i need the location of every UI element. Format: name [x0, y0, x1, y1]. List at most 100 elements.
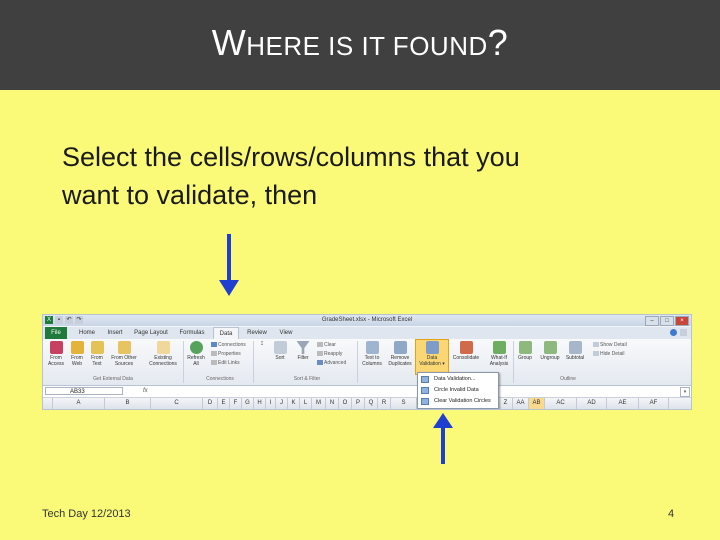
column-header[interactable]: L	[300, 398, 312, 409]
from-web-button[interactable]: From Web	[67, 341, 87, 367]
column-header-selected[interactable]: AB	[529, 398, 545, 409]
show-detail-button[interactable]: Show Detail	[593, 342, 627, 349]
data-validation-icon	[425, 341, 439, 354]
column-header[interactable]: I	[266, 398, 276, 409]
remove-duplicates-button[interactable]: Remove Duplicates	[385, 341, 415, 367]
edit-links-button[interactable]: Edit Links	[211, 360, 240, 367]
column-header[interactable]: R	[378, 398, 391, 409]
sort-az-button[interactable]: ↕	[255, 340, 269, 347]
slide-title: WHERE IS IT FOUND?	[211, 22, 509, 63]
access-icon	[49, 341, 63, 354]
clear-button[interactable]: Clear	[317, 342, 336, 349]
tab-review[interactable]: Review	[243, 327, 271, 339]
web-icon	[70, 341, 84, 354]
menu-item-circle-invalid-data[interactable]: Circle Invalid Data	[418, 385, 498, 396]
data-validation-icon	[421, 376, 429, 383]
subtotal-button[interactable]: Subtotal	[563, 341, 587, 361]
column-header[interactable]: H	[254, 398, 266, 409]
column-header[interactable]: K	[288, 398, 300, 409]
column-header[interactable]: AF	[639, 398, 669, 409]
subtotal-icon	[568, 341, 582, 354]
text-file-icon	[90, 341, 104, 354]
column-header[interactable]: G	[242, 398, 254, 409]
column-header[interactable]: A	[53, 398, 105, 409]
maximize-icon[interactable]: □	[660, 316, 674, 326]
column-header[interactable]: AA	[513, 398, 529, 409]
ribbon-minimize-icon[interactable]	[680, 329, 687, 336]
select-all-corner[interactable]	[43, 398, 53, 409]
tab-view[interactable]: View	[275, 327, 297, 339]
group-separator	[513, 341, 514, 383]
column-header[interactable]: Q	[365, 398, 378, 409]
column-header[interactable]: AE	[607, 398, 639, 409]
other-sources-icon	[117, 341, 131, 354]
refresh-all-button[interactable]: Refresh All	[185, 341, 207, 367]
slide-body: Select the cells/rows/columns that you w…	[62, 138, 622, 214]
column-header[interactable]: S	[391, 398, 417, 409]
reapply-button[interactable]: Reapply	[317, 351, 342, 358]
group-separator	[183, 341, 184, 383]
menu-item-clear-validation-circles[interactable]: Clear Validation Circles	[418, 396, 498, 407]
slide-number: 4	[668, 508, 675, 520]
column-header[interactable]: AD	[577, 398, 607, 409]
tab-page-layout[interactable]: Page Layout	[131, 327, 171, 339]
data-validation-menu: Data Validation... Circle Invalid Data C…	[417, 372, 499, 409]
column-header[interactable]: O	[339, 398, 352, 409]
from-text-button[interactable]: From Text	[87, 341, 107, 367]
column-header[interactable]: J	[276, 398, 288, 409]
column-header[interactable]: N	[326, 398, 339, 409]
help-icon[interactable]	[670, 329, 677, 336]
text-to-columns-icon	[365, 341, 379, 354]
up-arrow-icon	[433, 413, 453, 464]
properties-button[interactable]: Properties	[211, 351, 241, 358]
tab-file[interactable]: File	[45, 327, 67, 339]
close-icon[interactable]: ×	[675, 316, 689, 326]
text-to-columns-button[interactable]: Text to Columns	[359, 341, 385, 367]
group-button[interactable]: Group	[515, 341, 535, 361]
body-line-2: want to validate, then	[62, 180, 318, 210]
tab-insert[interactable]: Insert	[103, 327, 127, 339]
tab-formulas[interactable]: Formulas	[177, 327, 207, 339]
body-line-1: Select the cells/rows/columns that you	[62, 142, 520, 172]
advanced-button[interactable]: Advanced	[317, 360, 346, 367]
fx-label[interactable]: fx	[143, 387, 148, 396]
data-ribbon: From Access From Web From Text From Othe…	[43, 339, 691, 386]
group-label-outline: Outline	[560, 376, 576, 382]
filter-button[interactable]: Filter	[293, 341, 313, 361]
window-controls: – □ ×	[645, 316, 689, 326]
name-box[interactable]: AB33	[45, 387, 123, 395]
column-header[interactable]: AC	[545, 398, 577, 409]
column-header[interactable]: P	[352, 398, 365, 409]
column-header[interactable]: F	[230, 398, 242, 409]
menu-item-data-validation[interactable]: Data Validation...	[418, 374, 498, 385]
formula-expand-icon[interactable]: ▾	[680, 387, 690, 397]
minimize-icon[interactable]: –	[645, 316, 659, 326]
from-other-sources-button[interactable]: From Other Sources	[107, 341, 141, 367]
data-validation-button[interactable]: Data Validation ▾	[417, 341, 447, 367]
ungroup-button[interactable]: Ungroup	[537, 341, 563, 361]
column-header[interactable]: B	[105, 398, 151, 409]
consolidate-button[interactable]: Consolidate	[449, 341, 483, 361]
hide-detail-button[interactable]: Hide Detail	[593, 351, 624, 358]
sort-button[interactable]: Sort	[271, 341, 289, 361]
consolidate-icon	[459, 341, 473, 354]
from-access-button[interactable]: From Access	[45, 341, 67, 367]
column-header[interactable]: M	[312, 398, 326, 409]
excel-title-bar: X ▪ ↶ ↷ GradeSheet.xlsx - Microsoft Exce…	[43, 315, 691, 326]
connections-icon	[156, 341, 170, 354]
down-arrow-icon	[219, 234, 239, 296]
column-header[interactable]: C	[151, 398, 203, 409]
refresh-icon	[189, 341, 203, 354]
what-if-icon	[492, 341, 506, 354]
column-header[interactable]: Z	[499, 398, 513, 409]
group-separator	[253, 341, 254, 383]
connections-button[interactable]: Connections	[211, 342, 246, 349]
existing-connections-button[interactable]: Existing Connections	[143, 341, 183, 367]
column-headers: A B C D E F G H I J K L M N O P Q R S Z …	[43, 398, 691, 409]
column-header[interactable]: E	[218, 398, 230, 409]
what-if-analysis-button[interactable]: What-If Analysis	[485, 341, 513, 367]
group-separator	[357, 341, 358, 383]
tab-home[interactable]: Home	[75, 327, 99, 339]
column-header[interactable]: D	[203, 398, 218, 409]
circle-invalid-icon	[421, 387, 429, 394]
